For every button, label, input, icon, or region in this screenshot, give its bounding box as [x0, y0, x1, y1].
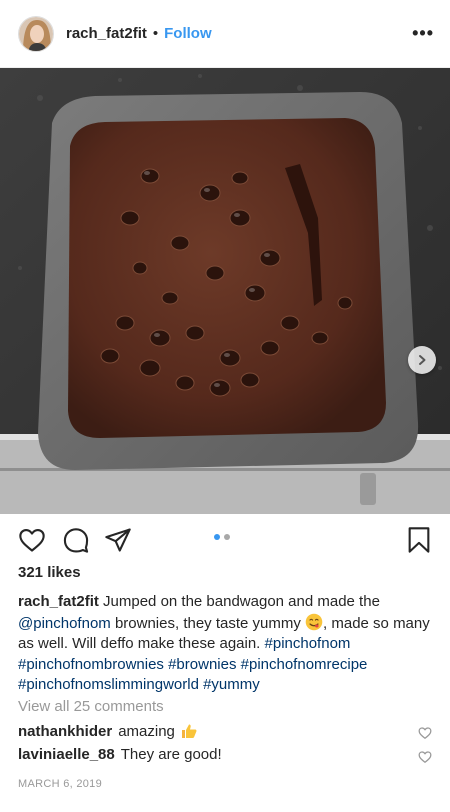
follow-button[interactable]: Follow — [164, 25, 212, 42]
comment-text: They are good! — [120, 746, 222, 763]
separator-dot: • — [152, 25, 159, 42]
caption-username[interactable]: rach_fat2fit — [18, 593, 99, 610]
comment-text: amazing — [118, 722, 175, 740]
comment-like-heart-icon[interactable] — [418, 750, 432, 764]
carousel-dot — [214, 534, 220, 540]
comment-username[interactable]: laviniaelle_88 — [18, 746, 115, 763]
post-username[interactable]: rach_fat2fit — [66, 25, 147, 42]
hashtag-link[interactable]: #pinchofnomrecipe — [241, 656, 368, 673]
carousel-dot — [224, 534, 230, 540]
paper-plane-icon[interactable] — [104, 526, 132, 554]
heart-outline-icon[interactable] — [18, 526, 46, 554]
more-options-icon[interactable]: ••• — [412, 23, 434, 44]
bookmark-outline-icon[interactable] — [406, 526, 432, 554]
likes-count[interactable]: 321 likes — [18, 564, 81, 581]
hashtag-link[interactable]: #pinchofnomslimmingworld — [18, 676, 199, 693]
hashtag-link[interactable]: #brownies — [168, 656, 236, 673]
comment-row: nathankhider amazing — [18, 722, 434, 740]
view-all-comments-link[interactable]: View all 25 comments — [18, 698, 164, 715]
savoring-food-emoji — [305, 613, 323, 630]
post-header: rach_fat2fit • Follow ••• — [0, 0, 450, 68]
hashtag-link[interactable]: #yummy — [203, 676, 260, 693]
post-caption: rach_fat2fit Jumped on the bandwagon and… — [18, 592, 434, 696]
caption-text-2: brownies, they taste yummy — [114, 614, 301, 632]
comment-bubble-icon[interactable] — [62, 526, 90, 554]
post-date: MARCH 6, 2019 — [18, 778, 102, 790]
carousel-indicator — [214, 534, 230, 540]
thumbs-up-emoji — [181, 724, 197, 738]
comment-like-heart-icon[interactable] — [418, 726, 432, 740]
next-photo-button[interactable] — [408, 346, 436, 374]
caption-text-1: Jumped on the bandwagon and made the — [103, 593, 380, 610]
hashtag-link[interactable]: #pinchofnombrownies — [18, 656, 164, 673]
post-photo[interactable] — [0, 68, 450, 514]
comment-username[interactable]: nathankhider — [18, 723, 112, 740]
mention-link[interactable]: @pinchofnom — [18, 615, 111, 632]
avatar[interactable] — [18, 15, 54, 52]
action-bar — [0, 520, 450, 560]
chevron-right-icon — [419, 355, 426, 365]
hashtag-link[interactable]: #pinchofnom — [265, 635, 351, 652]
comment-row: laviniaelle_88 They are good! — [18, 746, 434, 763]
